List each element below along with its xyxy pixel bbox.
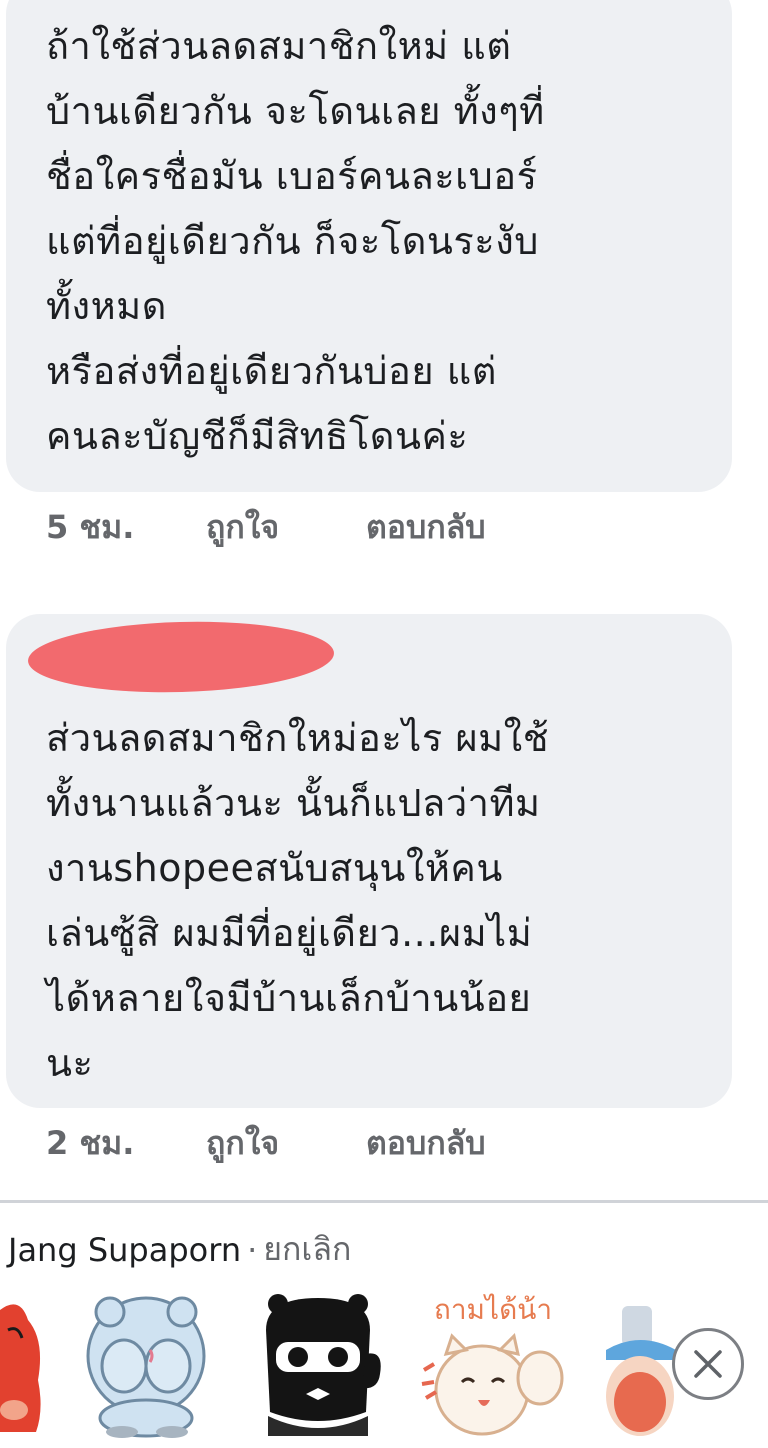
sticker-caption: ถามได้น้า [433,1293,553,1326]
comment-text: ถ้าใช้ส่วนลดสมาชิกใหม่ แต่ บ้านเดียวกัน … [46,24,545,458]
comment-actions: 2 ชม. ถูกใจ ตอบกลับ [46,1118,486,1169]
sticker-tray: ถามได้น้า [0,1290,768,1448]
like-button[interactable]: ถูกใจ [206,502,366,553]
close-sticker-tray-button[interactable] [672,1328,744,1400]
comment-bubble: ถ้าใช้ส่วนลดสมาชิกใหม่ แต่ บ้านเดียวกัน … [6,0,732,492]
cat-waving-sticker[interactable]: ถามได้น้า [418,1290,568,1440]
cat-face-icon [421,1333,564,1436]
red-bird-sticker[interactable] [0,1290,50,1440]
like-button[interactable]: ถูกใจ [206,1118,366,1169]
redacted-author-name [27,618,335,696]
black-cat-thumbs-up-sticker[interactable] [248,1290,388,1440]
separator-dot: · [247,1230,258,1269]
reply-button[interactable]: ตอบกลับ [366,502,486,553]
close-icon [694,1350,722,1378]
divider [0,1200,768,1203]
cancel-reply-button[interactable]: ยกเลิก [263,1224,351,1275]
replying-to-name: Jang Supaporn [8,1230,242,1269]
replying-to-bar: Jang Supaporn · ยกเลิก [8,1224,351,1275]
comment-bubble: ส่วนลดสมาชิกใหม่อะไร ผมใช้ ทั้งนานแล้วนะ… [6,614,732,1108]
comment-text: ส่วนลดสมาชิกใหม่อะไร ผมใช้ ทั้งนานแล้วนะ… [46,716,549,1085]
reply-button[interactable]: ตอบกลับ [366,1118,486,1169]
penguin-sticker[interactable] [600,1290,680,1440]
comment-actions: 5 ชม. ถูกใจ ตอบกลับ [46,502,486,553]
blue-bear-sticker[interactable] [80,1290,210,1440]
comment-time: 5 ชม. [46,508,135,546]
comment-time: 2 ชม. [46,1124,135,1162]
